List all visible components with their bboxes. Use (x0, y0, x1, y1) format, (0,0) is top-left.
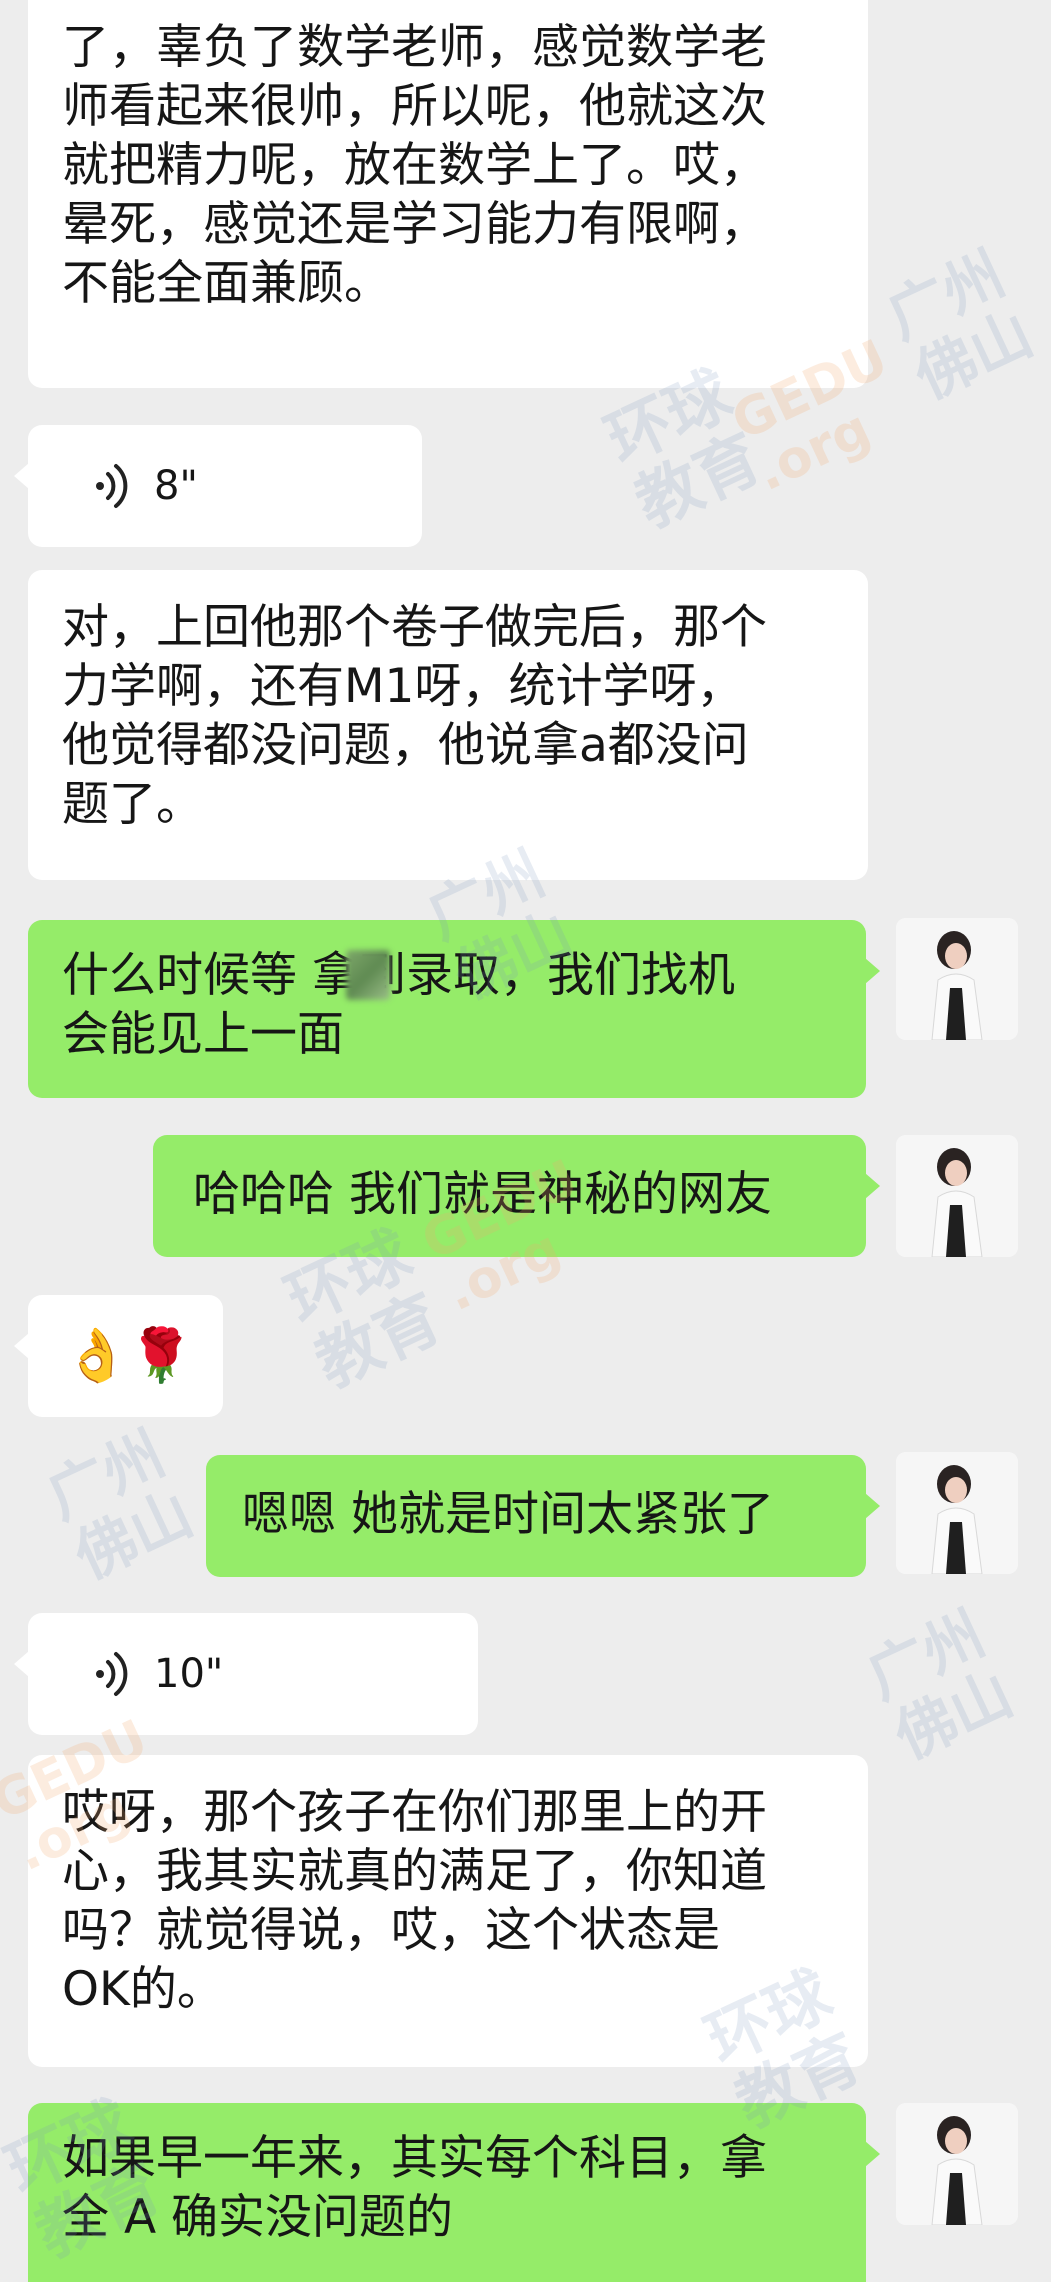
outgoing-text-message[interactable]: 如果早一年来，其实每个科目，拿 全 A 确实没问题的 (28, 2103, 880, 2282)
message-text: 了，辜负了数学老师，感觉数学老 师看起来很帅，所以呢，他就这次 就把精力呢，放在… (62, 20, 767, 311)
voice-wave-icon (96, 1652, 128, 1696)
user-avatar-image (896, 2103, 1018, 2225)
watermark: 广州佛山 (36, 1419, 204, 1593)
outgoing-text-message[interactable]: 哈哈哈 我们就是神秘的网友 (153, 1135, 880, 1257)
avatar[interactable] (896, 918, 1018, 1040)
message-text: 什么时候等 拿到录取，我们找机 会能见上一面 (62, 948, 735, 1062)
voice-duration: 10" (154, 1650, 224, 1697)
incoming-text-message[interactable]: 对，上回他那个卷子做完后，那个 力学啊，还有M1呀，统计学呀， 他觉得都没问题，… (28, 570, 868, 880)
user-avatar-image (896, 1135, 1018, 1257)
outgoing-text-message[interactable]: 嗯嗯 她就是时间太紧张了 (206, 1455, 880, 1577)
emoji-content: 👌🌹 (28, 1295, 223, 1417)
avatar[interactable] (896, 1135, 1018, 1257)
incoming-text-message[interactable]: 哎呀，那个孩子在你们那里上的开 心，我其实就真的满足了，你知道 吗？就觉得说，哎… (28, 1755, 868, 2067)
message-text: 如果早一年来，其实每个科目，拿 全 A 确实没问题的 (62, 2131, 767, 2245)
watermark: 广州佛山 (856, 1599, 1024, 1773)
incoming-text-message[interactable]: 了，辜负了数学老师，感觉数学老 师看起来很帅，所以呢，他就这次 就把精力呢，放在… (28, 0, 868, 388)
message-text: 哈哈哈 我们就是神秘的网友 (193, 1167, 772, 1222)
user-avatar-image (896, 918, 1018, 1040)
incoming-voice-message[interactable]: 10" (14, 1613, 478, 1735)
incoming-emoji-message[interactable]: 👌🌹 (14, 1295, 223, 1417)
message-text: 对，上回他那个卷子做完后，那个 力学啊，还有M1呀，统计学呀， 他觉得都没问题，… (62, 600, 767, 832)
message-text: 嗯嗯 她就是时间太紧张了 (242, 1487, 774, 1542)
user-avatar-image (896, 1452, 1018, 1574)
outgoing-text-message[interactable]: 什么时候等 拿到录取，我们找机 会能见上一面 (28, 920, 880, 1098)
message-text: 哎呀，那个孩子在你们那里上的开 心，我其实就真的满足了，你知道 吗？就觉得说，哎… (62, 1785, 767, 2017)
ok-hand-and-rose-emoji: 👌🌹 (64, 1325, 194, 1386)
voice-wave-icon (96, 464, 128, 508)
voice-duration: 8" (154, 462, 198, 509)
avatar[interactable] (896, 2103, 1018, 2225)
watermark: 广州佛山 (876, 239, 1044, 413)
chat-window: 了，辜负了数学老师，感觉数学老 师看起来很帅，所以呢，他就这次 就把精力呢，放在… (0, 0, 1051, 2282)
avatar[interactable] (896, 1452, 1018, 1574)
redacted-name-blur (346, 950, 390, 1000)
incoming-voice-message[interactable]: 8" (14, 425, 422, 547)
